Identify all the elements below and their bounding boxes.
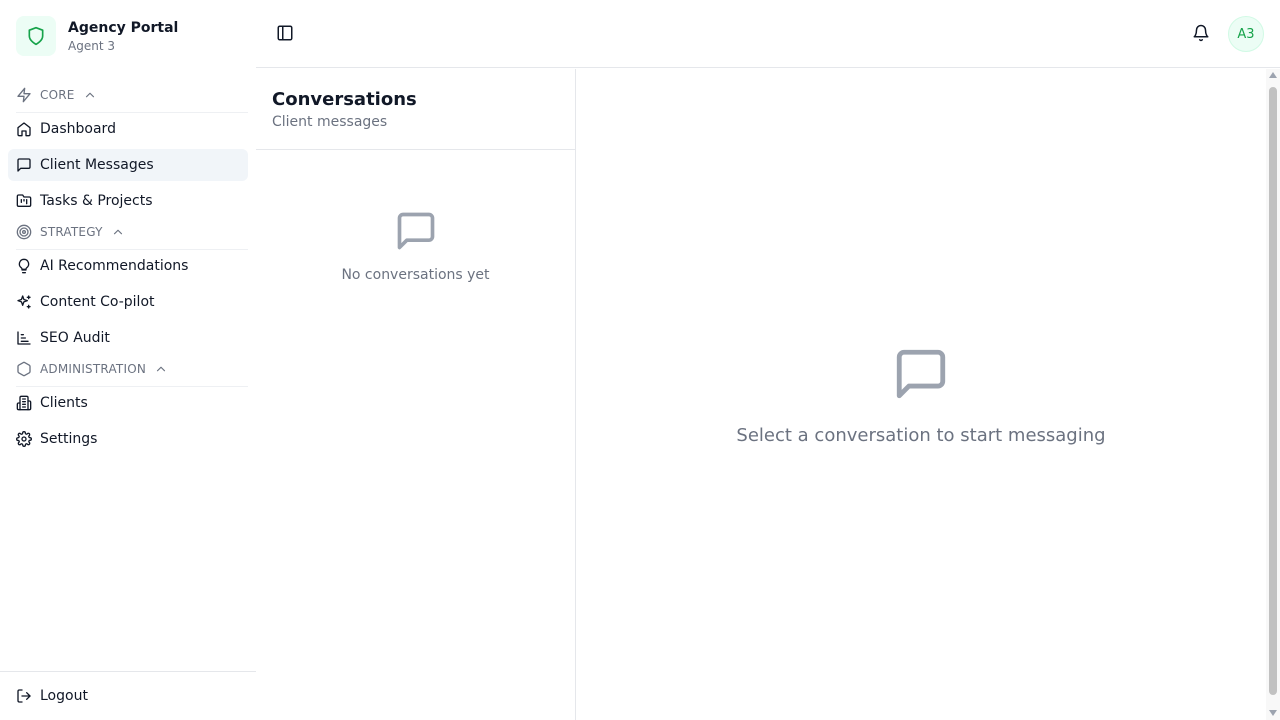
sidebar-item-tasks-projects[interactable]: Tasks & Projects (8, 185, 248, 217)
sidebar: Agency Portal Agent 3 CORE Dashboard Cli… (0, 0, 256, 720)
zap-icon (16, 87, 32, 103)
sidebar-item-dashboard[interactable]: Dashboard (8, 113, 248, 145)
sparkles-icon (16, 294, 32, 310)
sidebar-item-content-copilot[interactable]: Content Co-pilot (8, 286, 248, 318)
message-empty-state: Select a conversation to start messaging (576, 345, 1266, 446)
section-core-label: CORE (40, 88, 75, 102)
hexagon-icon (16, 361, 32, 377)
sidebar-item-ai-recommendations[interactable]: AI Recommendations (8, 250, 248, 282)
notifications-button[interactable] (1192, 24, 1212, 44)
message-square-icon (892, 345, 950, 403)
sidebar-item-client-messages[interactable]: Client Messages (8, 149, 248, 181)
message-pane: Select a conversation to start messaging (576, 69, 1266, 720)
brand-subtitle: Agent 3 (68, 38, 115, 53)
sidebar-item-settings[interactable]: Settings (8, 423, 248, 455)
chevron-up-icon[interactable] (154, 362, 168, 376)
home-icon (16, 121, 32, 137)
sidebar-item-seo-audit[interactable]: SEO Audit (8, 322, 248, 354)
select-conversation-text: Select a conversation to start messaging (736, 425, 1106, 446)
conversations-subtitle: Client messages (272, 114, 388, 130)
conversations-panel: Conversations Client messages No convers… (256, 69, 576, 720)
sidebar-item-label: AI Recommendations (40, 258, 189, 274)
folder-kanban-icon (16, 193, 32, 209)
scroll-down-arrow-icon[interactable] (1269, 710, 1277, 716)
bar-chart-icon (16, 330, 32, 346)
sidebar-item-label: SEO Audit (40, 330, 110, 346)
brand: Agency Portal Agent 3 (16, 16, 178, 56)
section-strategy-label: STRATEGY (40, 225, 103, 239)
section-administration-label: ADMINISTRATION (40, 362, 147, 376)
target-icon (16, 224, 32, 240)
sidebar-item-label: Dashboard (40, 121, 116, 137)
empty-conversations-text: No conversations yet (341, 267, 490, 283)
panel-left-icon (277, 25, 293, 41)
bell-icon (1193, 24, 1209, 42)
scroll-up-arrow-icon[interactable] (1269, 72, 1277, 78)
logout-icon (16, 688, 32, 704)
chevron-up-icon[interactable] (83, 88, 97, 102)
message-square-icon (16, 157, 32, 173)
sidebar-item-label: Content Co-pilot (40, 294, 155, 310)
section-administration[interactable]: ADMINISTRATION (16, 359, 168, 379)
section-core[interactable]: CORE (16, 85, 97, 105)
sidebar-item-label: Tasks & Projects (40, 193, 153, 209)
sidebar-item-clients[interactable]: Clients (8, 387, 248, 419)
top-header: A3 (256, 0, 1280, 68)
sidebar-toggle-button[interactable] (276, 24, 296, 44)
sidebar-item-label: Client Messages (40, 157, 154, 173)
scrollbar[interactable] (1266, 69, 1280, 720)
shield-icon (28, 26, 44, 46)
lightbulb-icon (16, 258, 32, 274)
logout-label: Logout (40, 688, 88, 704)
message-square-icon (394, 209, 438, 253)
building-icon (16, 395, 32, 411)
chevron-up-icon[interactable] (111, 225, 125, 239)
conversations-empty-state: No conversations yet (256, 209, 575, 283)
sidebar-footer-divider (0, 671, 256, 672)
sidebar-item-label: Settings (40, 431, 98, 447)
brand-title: Agency Portal (68, 19, 179, 36)
conversations-title: Conversations (272, 89, 417, 110)
avatar[interactable]: A3 (1228, 16, 1264, 52)
scrollbar-thumb[interactable] (1269, 87, 1277, 695)
section-strategy[interactable]: STRATEGY (16, 222, 125, 242)
conversations-header: Conversations Client messages (256, 69, 575, 150)
logout-button[interactable]: Logout (8, 680, 248, 712)
brand-logo (16, 16, 56, 56)
sidebar-item-label: Clients (40, 395, 88, 411)
gear-icon (16, 431, 32, 447)
